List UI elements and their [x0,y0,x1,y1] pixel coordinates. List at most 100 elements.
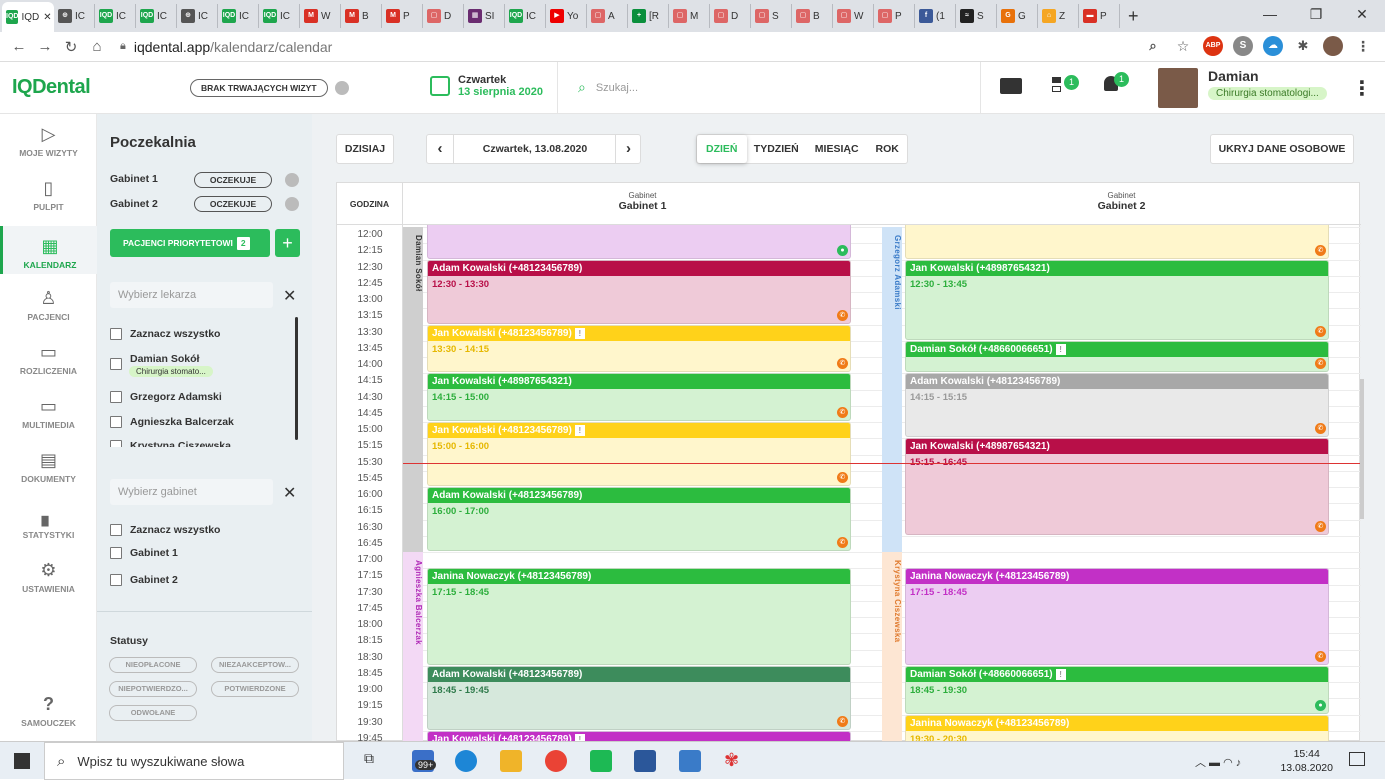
view-miesiąc[interactable]: MIESIĄC [806,135,867,163]
windows-start-icon[interactable] [14,753,30,769]
user-info[interactable]: Damian Chirurgia stomatologi... [1158,68,1327,108]
edge-icon[interactable] [455,750,477,772]
appointment[interactable]: Janina Nowaczyk (+48123456789) 17:15 - 18… [427,568,851,665]
appointment[interactable]: 11:45 - 12:30 ✆ [905,225,1329,259]
browser-tab[interactable]: IQD IQD ✕ [2,2,54,32]
appointment[interactable]: Jan Kowalski (+48987654321) 12:30 - 13:45… [905,259,1329,340]
appointment[interactable]: Adam Kowalski (+48123456789) 12:30 - 13:3… [427,259,851,324]
doctor-select[interactable]: Wybierz lekarza [110,282,273,308]
browser-tab[interactable]: MB [341,4,382,28]
cloud-icon[interactable]: ☁ [1263,36,1283,56]
browser-tab[interactable]: ⊕ IC [177,4,218,28]
app-logo[interactable]: IQDental [12,76,91,99]
browser-tab[interactable]: ▢ A [587,4,628,28]
appointment[interactable]: ● [427,225,851,259]
browser-tab[interactable]: ▢ B [792,4,833,28]
chrome-icon[interactable] [545,750,567,772]
appointment[interactable]: Damian Sokół (+48660066651)! ✆ [905,340,1329,373]
browser-tab[interactable]: ▬ P [1079,4,1120,28]
calendar-scrollbar[interactable] [1360,379,1364,519]
search-input[interactable]: Szukaj... [596,82,638,94]
clock[interactable]: 15:44 13.08.2020 [1280,747,1333,775]
appointment[interactable]: Adam Kowalski (+48123456789) 18:45 - 19:4… [427,665,851,730]
add-priority-button[interactable]: + [275,229,300,257]
tray-icons[interactable]: ︿ ▬ ◠ ♪ [1195,754,1241,770]
appointment[interactable]: Damian Sokół (+48660066651)! 18:45 - 19:3… [905,665,1329,714]
browser-tab[interactable]: IQD IC [259,4,300,28]
browser-tab[interactable]: + [R [628,4,669,28]
skype-icon[interactable]: S [1233,36,1253,56]
room-checkbox[interactable] [110,574,122,586]
close-window-button[interactable]: ✕ [1339,0,1385,30]
user-menu-icon[interactable]: ⋮ [1352,76,1372,101]
nav-moje-wizyty[interactable]: ▷ MOJE WIZYTY [0,124,97,158]
status-unconfirmed[interactable]: NIEPOTWIERDZO... [109,681,197,697]
zoom-icon[interactable]: ⌕ [1143,36,1163,56]
next-day-button[interactable]: › [615,135,641,163]
new-tab-button[interactable]: + [1128,6,1139,27]
bell-icon[interactable]: 1 [1102,72,1129,96]
forward-button[interactable]: → [32,38,58,55]
status-cancelled[interactable]: ODWOŁANE [109,705,197,721]
status-unpaid[interactable]: NIEOPŁACONE [109,657,197,673]
browser-tab[interactable]: ▢ W [833,4,874,28]
url-field[interactable]: 🔒︎ iqdental.app/kalendarz/calendar [120,39,332,55]
browser-tab[interactable]: GG [997,4,1038,28]
view-dzień[interactable]: DZIEŃ [697,135,747,163]
room-select[interactable]: Wybierz gabinet [110,479,273,505]
prev-day-button[interactable]: ‹ [427,135,454,163]
browser-tab[interactable]: ⊕ IC [54,4,95,28]
spotify-icon[interactable] [590,750,612,772]
browser-tab[interactable]: ▢ S [751,4,792,28]
minimize-button[interactable]: — [1247,0,1293,30]
nav-rozliczenia[interactable]: ▭ ROZLICZENIA [0,342,97,376]
browser-tab[interactable]: IQD IC [136,4,177,28]
clear-room-icon[interactable]: ✕ [283,483,296,503]
status-unaccepted[interactable]: NIEZAAKCEPTOW... [211,657,299,673]
browser-tab[interactable]: f (1 [915,4,956,28]
nav-kalendarz[interactable]: ▦ KALENDARZ [0,226,97,274]
doctor-checkbox[interactable] [110,391,122,403]
close-tab-icon[interactable]: ✕ [43,12,51,23]
profile-avatar[interactable] [1323,36,1343,56]
reload-button[interactable]: ↻ [58,38,84,56]
appointment[interactable]: Jan Kowalski (+48123456789)! 15:00 - 16:0… [427,422,851,486]
photos-icon[interactable] [679,750,701,772]
view-tydzień[interactable]: TYDZIEŃ [747,135,806,163]
browser-tab[interactable]: IQD IC [505,4,546,28]
doctor-checkbox[interactable] [110,358,122,370]
task-view-icon[interactable]: ⧉ [364,750,386,772]
room-checkbox[interactable] [110,547,122,559]
view-rok[interactable]: ROK [867,135,907,163]
taskbar-search[interactable]: ⌕ Wpisz tu wyszukiwane słowa [44,742,344,780]
star-icon[interactable]: ☆ [1173,36,1193,56]
browser-tab[interactable]: IQD IC [95,4,136,28]
browser-tab[interactable]: ▢ D [710,4,751,28]
explorer-icon[interactable] [500,750,522,772]
word-icon[interactable] [634,750,656,772]
appointment[interactable]: Janina Nowaczyk (+48123456789) 17:15 - 18… [905,568,1329,665]
nav-pulpit[interactable]: ▯ PULPIT [0,178,97,212]
appointment[interactable]: Jan Kowalski (+48987654321) 14:15 - 15:00… [427,373,851,421]
nav-ustawienia[interactable]: ⚙ USTAWIENIA [0,560,97,594]
room-2-status[interactable]: OCZEKUJE [194,196,272,212]
today-button[interactable]: DZISIAJ [336,134,394,164]
browser-tab[interactable]: ▦ SI [464,4,505,28]
nav-statystyki[interactable]: ▖ STATYSTYKI [0,506,97,540]
hide-personal-button[interactable]: UKRYJ DANE OSOBOWE [1210,134,1354,164]
status-confirmed[interactable]: POTWIERDZONE [211,681,299,697]
mail-icon[interactable] [1000,78,1022,94]
browser-tab[interactable]: IQD IC [218,4,259,28]
appointment[interactable]: Jan Kowalski (+48123456789)! 13:30 - 14:1… [427,324,851,373]
appointment[interactable]: Adam Kowalski (+48123456789) 16:00 - 17:0… [427,487,851,551]
maximize-button[interactable]: ❐ [1293,0,1339,30]
browser-tab[interactable]: ≈ S [956,4,997,28]
nav-dokumenty[interactable]: ▤ DOKUMENTY [0,450,97,484]
browser-tab[interactable]: ▢ D [423,4,464,28]
search-bar[interactable]: ⌕ Szukaj... [557,62,981,113]
browser-tab[interactable]: MP [382,4,423,28]
room-1-status[interactable]: OCZEKUJE [194,172,272,188]
clear-doctor-icon[interactable]: ✕ [283,286,296,306]
browser-tab[interactable]: ▢ P [874,4,915,28]
nav-multimedia[interactable]: ▭ MULTIMEDIA [0,396,97,430]
